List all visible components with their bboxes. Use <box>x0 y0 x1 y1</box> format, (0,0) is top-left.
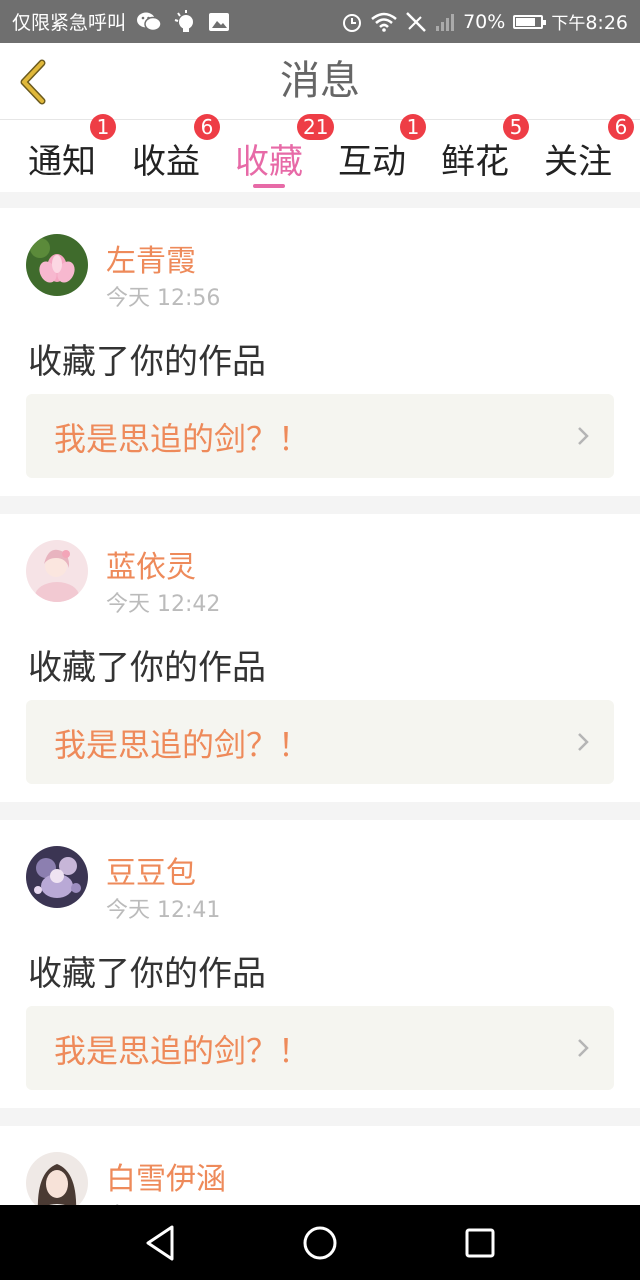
username[interactable]: 左青霞 <box>106 236 196 280</box>
work-title: 我是思追的剑？！ <box>54 1032 311 1070</box>
tab-follows[interactable]: 关注 6 <box>526 114 634 192</box>
tab-badge: 6 <box>608 114 634 140</box>
avatar[interactable] <box>26 234 88 296</box>
tab-label: 收益 <box>132 142 200 182</box>
status-bar: 仅限紧急呼叫 70% 下午8:26 <box>0 0 640 43</box>
lotus-avatar <box>26 234 88 296</box>
carrier-text: 仅限紧急呼叫 <box>12 12 127 34</box>
back-nav-button[interactable] <box>142 1223 178 1267</box>
action-text: 收藏了你的作品 <box>28 648 266 688</box>
timestamp: 今天 12:42 <box>106 592 221 617</box>
work-link[interactable]: 我是思追的剑？！ <box>26 700 614 784</box>
work-link[interactable]: 我是思追的剑？！ <box>26 394 614 478</box>
battery-percent: 70% <box>463 10 506 33</box>
timestamp: 今天 12:41 <box>106 898 221 923</box>
girl-avatar <box>26 540 88 602</box>
action-text: 收藏了你的作品 <box>28 342 266 382</box>
recents-nav-icon <box>465 1228 495 1258</box>
clock: 下午8:26 <box>551 9 628 34</box>
tab-label: 关注 <box>544 142 612 182</box>
tab-flowers[interactable]: 鲜花 5 <box>423 114 529 192</box>
time: 8:26 <box>585 12 628 34</box>
home-nav-button[interactable] <box>300 1223 340 1267</box>
tab-interactions[interactable]: 互动 1 <box>320 114 426 192</box>
chevron-right-icon <box>578 427 589 445</box>
home-nav-icon <box>303 1226 337 1260</box>
work-title: 我是思追的剑？！ <box>54 420 311 458</box>
tab-bar: 通知 1 收益 6 收藏 21 互动 1 鲜花 5 关注 6 <box>0 114 640 192</box>
recents-nav-button[interactable] <box>462 1223 498 1267</box>
wifi-icon <box>371 12 397 32</box>
chevron-right-icon <box>578 733 589 751</box>
username[interactable]: 白雪伊涵 <box>106 1154 226 1198</box>
fantasy-avatar <box>26 846 88 908</box>
tab-label: 鲜花 <box>441 142 509 182</box>
battery-icon <box>513 14 547 29</box>
image-icon <box>208 12 230 32</box>
header: 消息 <box>0 43 640 120</box>
page-title: 消息 <box>280 58 360 104</box>
avatar[interactable] <box>26 846 88 908</box>
work-link[interactable]: 我是思追的剑？！ <box>26 1006 614 1090</box>
message-card: 白雪伊涵 今天 12:31 <box>0 1126 640 1229</box>
alarm-icon <box>341 11 363 33</box>
tab-label: 通知 <box>28 142 96 182</box>
tab-notifications[interactable]: 通知 1 <box>10 114 116 192</box>
chevron-right-icon <box>578 1039 589 1057</box>
no-signal-icon <box>405 11 427 33</box>
message-card: 蓝依灵 今天 12:42 收藏了你的作品 我是思追的剑？！ <box>0 514 640 802</box>
wechat-icon <box>136 11 162 33</box>
time-prefix: 下午 <box>551 14 586 34</box>
username[interactable]: 蓝依灵 <box>106 542 196 586</box>
tab-label: 收藏 <box>235 142 303 182</box>
tab-badge: 1 <box>90 114 116 140</box>
timestamp: 今天 12:56 <box>106 286 221 311</box>
message-card: 左青霞 今天 12:56 收藏了你的作品 我是思追的剑？！ <box>0 208 640 496</box>
avatar[interactable] <box>26 540 88 602</box>
back-nav-icon <box>146 1225 174 1261</box>
navigation-bar <box>0 1205 640 1280</box>
message-card: 豆豆包 今天 12:41 收藏了你的作品 我是思追的剑？！ <box>0 820 640 1108</box>
tab-label: 互动 <box>338 142 406 182</box>
active-tab-indicator <box>253 184 285 188</box>
bulb-icon <box>172 9 198 34</box>
username[interactable]: 豆豆包 <box>106 848 196 892</box>
signal-icon <box>435 12 455 32</box>
action-text: 收藏了你的作品 <box>28 954 266 994</box>
work-title: 我是思追的剑？！ <box>54 726 311 764</box>
tab-favorites[interactable]: 收藏 21 <box>217 114 335 192</box>
tab-earnings[interactable]: 收益 6 <box>114 114 220 192</box>
